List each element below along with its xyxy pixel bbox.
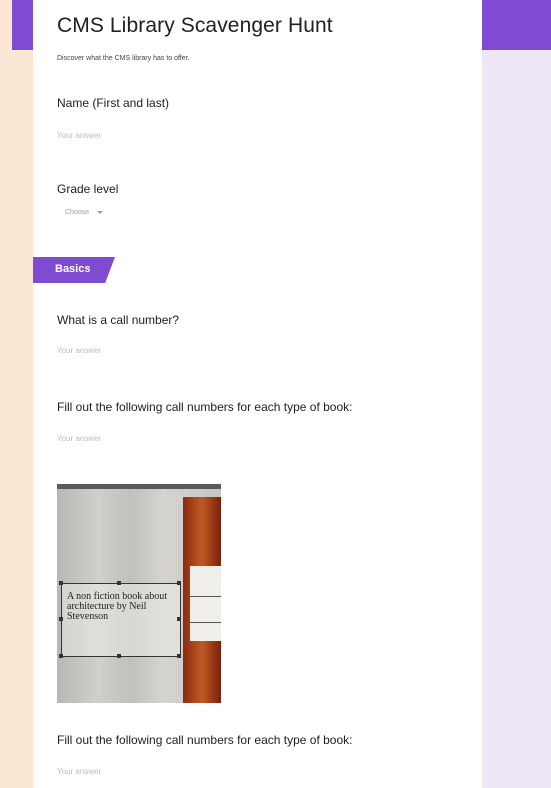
- form-description: Discover what the CMS library has to off…: [57, 55, 190, 62]
- dropdown-caret-icon: [97, 211, 104, 214]
- section-header-basics: Basics: [33, 257, 115, 283]
- resize-handle-icon: [177, 617, 181, 621]
- resize-handle-icon: [117, 654, 121, 658]
- name-answer-input[interactable]: Your answer: [57, 131, 101, 140]
- fill-call-numbers-question-label-1: Fill out the following call numbers for …: [57, 400, 353, 414]
- side-background: [482, 50, 551, 788]
- fill-call-numbers-answer-input-1[interactable]: Your answer: [57, 434, 101, 443]
- resize-handle-icon: [59, 581, 63, 585]
- form-title: CMS Library Scavenger Hunt: [57, 14, 333, 37]
- call-number-question-label: What is a call number?: [57, 313, 180, 327]
- photo-line: [190, 596, 221, 597]
- grade-question-label: Grade level: [57, 182, 119, 196]
- form-card: CMS Library Scavenger Hunt Discover what…: [33, 0, 482, 788]
- resize-handle-icon: [117, 581, 121, 585]
- resize-handle-icon: [177, 654, 181, 658]
- resize-handle-icon: [177, 581, 181, 585]
- book-photo: A non fiction book about architecture by…: [57, 484, 221, 703]
- photo-line: [190, 622, 221, 623]
- resize-handle-icon: [59, 654, 63, 658]
- resize-handle-icon: [59, 617, 63, 621]
- photo-label-text: A non fiction book about architecture by…: [67, 591, 167, 622]
- fill-call-numbers-question-label-2: Fill out the following call numbers for …: [57, 733, 353, 747]
- grade-dropdown-value: Choose: [65, 209, 90, 216]
- grade-dropdown[interactable]: Choose: [65, 209, 104, 216]
- call-number-answer-input[interactable]: Your answer: [57, 346, 101, 355]
- photo-book-label-area: [190, 566, 221, 641]
- name-question-label: Name (First and last): [57, 96, 170, 110]
- photo-top-strip: [57, 484, 221, 489]
- section-title: Basics: [55, 263, 91, 275]
- fill-call-numbers-answer-input-2[interactable]: Your answer: [57, 767, 101, 776]
